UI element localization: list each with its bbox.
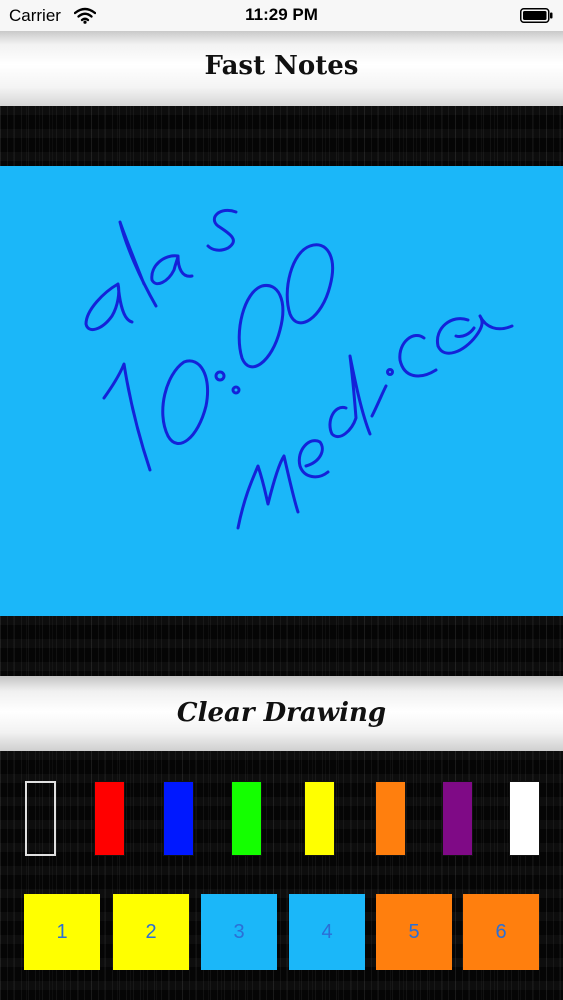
brush-size-6-button[interactable]: 6: [463, 894, 539, 970]
color-palette: 1 2 3 4 5 6: [0, 751, 563, 1000]
brush-size-6-label: 6: [495, 920, 507, 943]
brush-size-5-button[interactable]: 5: [376, 894, 452, 970]
color-swatch-purple[interactable]: [442, 781, 473, 856]
decorative-band-top: [0, 106, 563, 166]
color-swatch-yellow[interactable]: [304, 781, 335, 856]
color-swatch-red[interactable]: [94, 781, 125, 856]
color-swatch-black[interactable]: [25, 781, 56, 856]
color-swatch-blue[interactable]: [163, 781, 194, 856]
brush-size-3-button[interactable]: 3: [201, 894, 277, 970]
decorative-band-bottom: [0, 616, 563, 676]
title-bar: Fast Notes: [0, 31, 563, 107]
battery-icon: [520, 8, 553, 23]
brush-size-4-button[interactable]: 4: [289, 894, 365, 970]
brush-size-2-button[interactable]: 2: [113, 894, 189, 970]
clock: 11:29 PM: [245, 5, 318, 24]
brush-size-3-label: 3: [233, 920, 245, 943]
clear-drawing-button[interactable]: Clear Drawing: [0, 676, 563, 751]
brush-size-1-button[interactable]: 1: [24, 894, 100, 970]
brush-size-5-label: 5: [408, 920, 420, 943]
color-swatch-green[interactable]: [231, 781, 262, 856]
clear-drawing-label: Clear Drawing: [176, 698, 387, 728]
status-bar: Carrier 11:29 PM: [0, 0, 563, 31]
color-swatch-white[interactable]: [509, 781, 540, 856]
color-swatch-orange[interactable]: [375, 781, 406, 856]
handwriting-ink: [84, 209, 514, 530]
drawing-canvas[interactable]: [0, 166, 563, 616]
page-title: Fast Notes: [204, 51, 359, 81]
brush-size-2-label: 2: [145, 920, 157, 943]
brush-size-4-label: 4: [321, 920, 333, 943]
brush-size-1-label: 1: [56, 920, 68, 943]
